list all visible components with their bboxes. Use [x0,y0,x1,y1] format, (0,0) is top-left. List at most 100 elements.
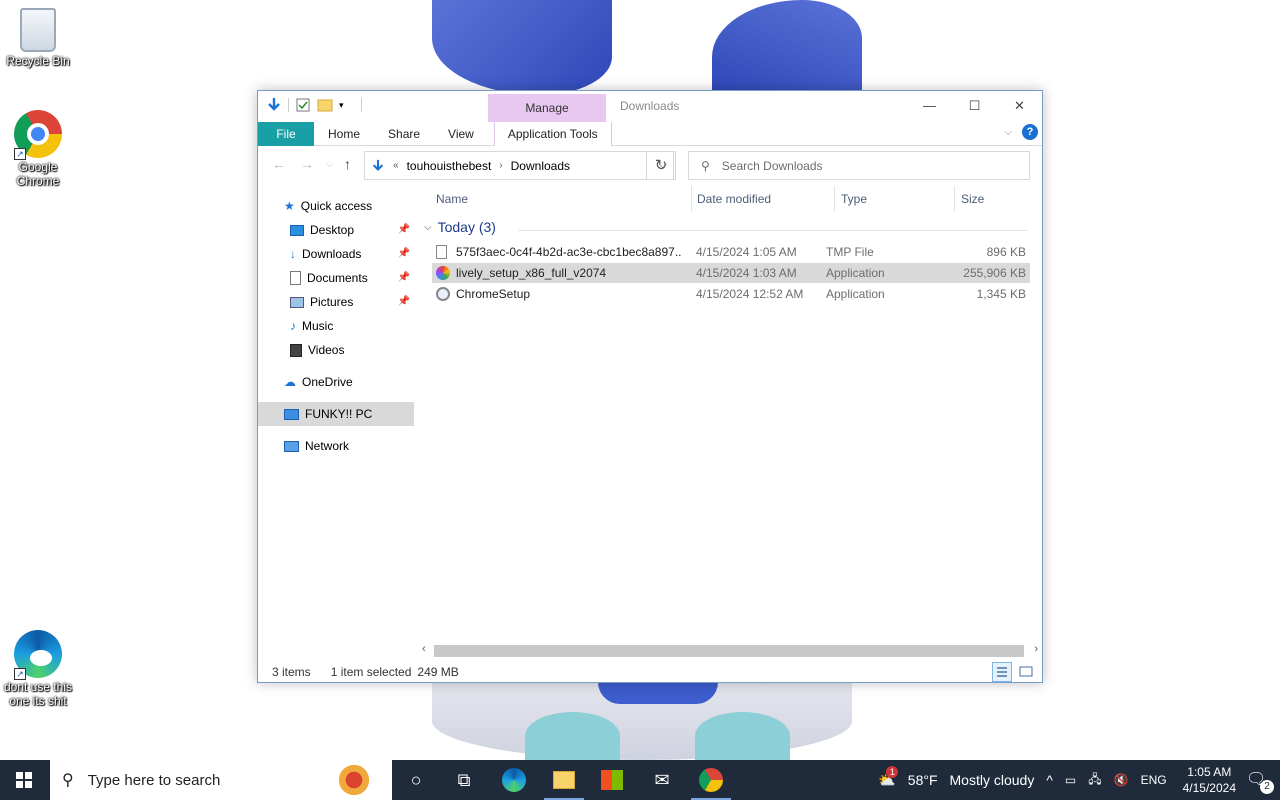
sidebar-item-onedrive[interactable]: ☁ OneDrive [258,370,414,394]
tab-share[interactable]: Share [374,122,434,146]
column-header-size[interactable]: Size [955,186,1033,212]
sidebar-item-music[interactable]: ♪ Music [258,314,414,338]
clock[interactable]: 1:05 AM 4/15/2024 [1183,764,1236,796]
breadcrumb-item[interactable]: touhouisthebest [407,159,492,173]
taskbar-search-input[interactable]: ⚲ Type here to search [50,760,392,800]
clock-date: 4/15/2024 [1182,781,1236,795]
tab-application-tools[interactable]: Application Tools [493,121,612,146]
search-highlight-art-icon[interactable] [332,764,376,796]
pin-icon[interactable]: 📌 [398,266,410,290]
file-size: 1,345 KB [976,287,1026,301]
computer-icon [284,408,299,420]
column-header-date-modified[interactable]: Date modified [691,186,835,212]
back-arrow-icon[interactable]: ← [272,156,286,172]
recent-locations-chevron-icon[interactable]: ⌵ [326,159,333,170]
task-view-icon[interactable]: ⧉ [450,766,478,794]
column-header-name[interactable]: Name [430,186,692,212]
breadcrumb-chevron-icon[interactable]: › [499,160,502,171]
view-toggle [992,662,1036,682]
notification-center-icon[interactable]: 🗨 2 [1246,769,1274,794]
sidebar-item-desktop[interactable]: Desktop 📌 [258,218,414,242]
taskbar-mail-icon[interactable]: ✉ [648,766,676,794]
weather-cloud-icon[interactable]: ⛅ 1 [878,765,899,789]
network-status-icon[interactable]: 🖧 [1088,770,1101,791]
wallpaper-art-left-ear [432,0,612,95]
group-header-today[interactable]: ⌵ Today (3) [424,219,496,235]
horizontal-scrollbar[interactable]: ‹ › [418,643,1040,660]
sidebar-item-pictures[interactable]: Pictures 📌 [258,290,414,314]
sidebar-item-network[interactable]: Network [258,434,414,458]
pin-icon[interactable]: 📌 [398,242,410,266]
help-icon[interactable]: ? [1022,124,1038,140]
sidebar-item-quick-access[interactable]: ★ Quick access [258,194,414,218]
breadcrumb-overflow[interactable]: « [393,160,399,171]
cortana-icon[interactable]: ○ [402,766,430,794]
clock-time: 1:05 AM [1187,765,1232,779]
close-button[interactable]: ✕ [997,91,1042,121]
scroll-right-arrow-icon[interactable]: › [1034,643,1038,655]
maximize-button[interactable]: ☐ [952,91,997,121]
pin-icon[interactable]: 📌 [398,290,410,314]
manage-context-tab[interactable]: Manage [488,94,606,122]
file-row[interactable]: 575f3aec-0c4f-4b2d-ac3e-cbc1bec8a897....… [432,242,1030,262]
expand-ribbon-chevron-icon[interactable]: ⌵ [1004,127,1012,138]
desktop-icon-google-chrome[interactable]: ↗ Google Chrome [0,110,76,188]
meet-now-icon[interactable]: ▭ [1065,773,1076,787]
taskbar-chrome-icon[interactable] [691,766,731,800]
sidebar-item-videos[interactable]: Videos [258,338,414,362]
wallpaper-art-left-foot [525,712,620,760]
file-row-selected[interactable]: lively_setup_x86_full_v2074 4/15/2024 1:… [432,263,1030,283]
desktop-icon-edge[interactable]: ↗ dont use this one its shit [0,630,76,708]
taskbar-store-icon[interactable] [598,766,626,794]
weather-temperature[interactable]: 58°F [908,772,938,788]
language-indicator[interactable]: ENG [1141,773,1167,787]
file-size: 896 KB [986,245,1026,259]
weather-alert-badge: 1 [886,765,899,778]
sidebar-item-documents[interactable]: Documents 📌 [258,266,414,290]
tab-file[interactable]: File [258,121,314,146]
windows-logo-icon [16,772,32,788]
file-name-cell: ChromeSetup [432,284,682,304]
status-selection: 1 item selected [330,665,412,679]
new-folder-icon[interactable] [317,97,333,113]
chrome-icon: ↗ [14,110,62,160]
file-date: 4/15/2024 1:05 AM [696,245,797,259]
refresh-button[interactable]: ↻ [646,151,676,180]
edge-icon: ↗ [14,630,62,680]
details-view-icon[interactable] [992,662,1012,682]
sidebar-item-downloads[interactable]: ↓ Downloads 📌 [258,242,414,266]
taskbar-edge-icon[interactable] [500,766,528,794]
customize-toolbar-icon[interactable]: ▾ [339,97,355,113]
column-header-type[interactable]: Type [835,186,955,212]
scroll-left-arrow-icon[interactable]: ‹ [422,643,426,655]
tab-home[interactable]: Home [314,122,374,146]
forward-arrow-icon[interactable]: → [300,156,314,172]
search-input[interactable]: ⚲ Search Downloads [688,151,1030,180]
weather-description[interactable]: Mostly cloudy [950,772,1035,788]
pin-icon[interactable]: 📌 [398,218,410,242]
download-arrow-icon[interactable] [266,97,282,113]
volume-muted-icon[interactable]: 🔇 [1114,773,1129,787]
address-bar[interactable]: « touhouisthebest › Downloads ⌵ [364,151,674,180]
file-row[interactable]: ChromeSetup 4/15/2024 12:52 AM Applicati… [432,284,1030,304]
breadcrumb-item[interactable]: Downloads [511,159,570,173]
tab-view[interactable]: View [434,122,488,146]
properties-icon[interactable] [295,97,311,113]
file-date: 4/15/2024 12:52 AM [696,287,804,301]
large-icons-view-icon[interactable] [1016,662,1036,682]
title-bar[interactable]: ▾ Manage Downloads — ☐ ✕ [258,91,1042,122]
lively-app-icon [436,266,450,280]
show-hidden-icons-chevron-icon[interactable]: ^ [1046,772,1053,788]
file-list: Name Date modified Type Size ⌵ Today (3)… [418,186,1034,641]
sidebar-item-label: OneDrive [302,375,353,389]
scrollbar-thumb[interactable] [434,645,1024,657]
taskbar-file-explorer-icon[interactable] [544,766,584,800]
sidebar-item-label: FUNKY!! PC [305,407,373,421]
minimize-button[interactable]: — [907,91,952,121]
start-button[interactable] [0,760,48,800]
up-arrow-icon[interactable]: ↑ [344,156,351,172]
sidebar-item-this-pc[interactable]: FUNKY!! PC [258,402,414,426]
file-type: Application [826,266,885,280]
desktop-icon-recycle-bin[interactable]: Recycle Bin [0,8,76,68]
shortcut-arrow-icon: ↗ [14,668,26,680]
